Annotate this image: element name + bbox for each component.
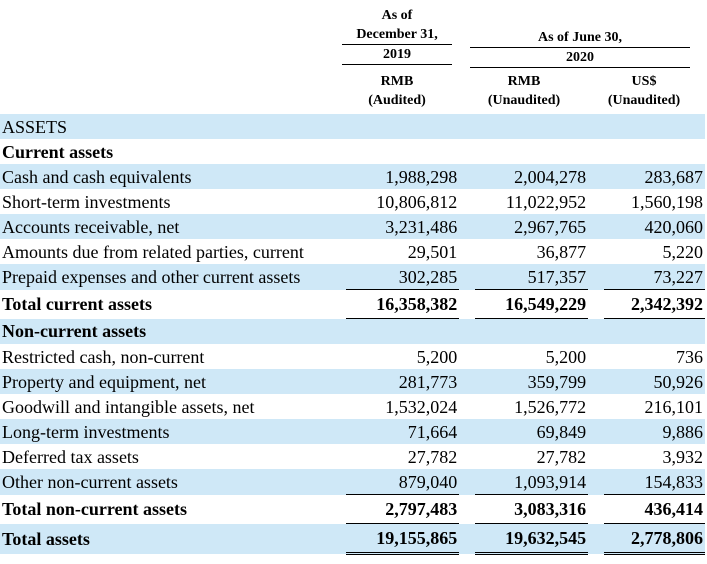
table-row: Short-term investments 10,806,812 11,022… [0, 189, 705, 214]
cell-value: 16,549,229 [475, 289, 589, 319]
col3-currency: US$ [631, 74, 657, 89]
cell-value: 2,967,765 [475, 214, 589, 239]
header-jun-year: 2020 [470, 48, 690, 68]
cell-value: 879,040 [346, 469, 460, 495]
cell-value: 216,101 [644, 396, 704, 417]
cell-value: 73,227 [604, 264, 705, 290]
cell-value: 2,797,483 [346, 494, 460, 524]
balance-sheet: As of December 31, 2019 As of June 30, 2… [0, 0, 707, 564]
cell-value: 436,414 [604, 494, 705, 524]
cell-value: 1,532,024 [385, 396, 458, 417]
cell-value: 9,886 [604, 419, 705, 444]
cell-value: 5,200 [416, 346, 458, 367]
table-row: Non-current assets [0, 318, 705, 344]
cell-value: 71,664 [346, 419, 460, 444]
cell-value: 420,060 [604, 214, 705, 239]
cell-value: 281,773 [346, 369, 460, 394]
row-label: Cash and cash equivalents [0, 164, 347, 189]
header-june: As of June 30, 2020 [470, 28, 690, 68]
cell-value: 302,285 [346, 264, 460, 290]
header-dec-year: 2019 [342, 44, 452, 65]
section-heading-current: Current assets [2, 141, 114, 162]
cell-value: 5,200 [545, 346, 587, 367]
row-label: Amounts due from related parties, curren… [2, 241, 304, 262]
row-label: Deferred tax assets [2, 446, 139, 467]
header-dec-line1: As of [381, 8, 413, 23]
table-row: Accounts receivable, net 3,231,486 2,967… [0, 214, 705, 239]
table-row: Current assets [0, 139, 705, 164]
header-december: As of December 31, 2019 [342, 6, 452, 65]
row-label: Goodwill and intangible assets, net [2, 396, 255, 417]
cell-value: 736 [676, 346, 703, 367]
total-assets-label: Total assets [0, 523, 347, 554]
cell-value: 1,093,914 [475, 469, 589, 495]
col2-header: RMB (Unaudited) [470, 72, 578, 110]
col2-currency: RMB [507, 74, 541, 89]
total-current-assets-label: Total current assets [2, 294, 152, 314]
row-label: Restricted cash, non-current [2, 346, 205, 367]
table-row: Total assets 19,155,865 19,632,545 2,778… [0, 523, 705, 555]
cell-value: 19,632,545 [475, 523, 589, 555]
cell-value: 2,778,806 [604, 523, 705, 555]
table-row: Property and equipment, net 281,773 359,… [0, 369, 705, 394]
table-row: Long-term investments 71,664 69,849 9,88… [0, 419, 705, 444]
cell-value: 1,560,198 [631, 191, 703, 212]
table-row: Prepaid expenses and other current asset… [0, 264, 705, 290]
row-label: Long-term investments [0, 419, 347, 444]
cell-value: 359,799 [475, 369, 589, 394]
header-jun-label: As of June 30, [470, 28, 690, 48]
cell-value: 2,342,392 [604, 289, 705, 319]
table-row: Amounts due from related parties, curren… [0, 239, 705, 264]
cell-value: 154,833 [604, 469, 705, 495]
cell-value: 16,358,382 [346, 289, 460, 319]
cell-value: 69,849 [475, 419, 589, 444]
total-noncurrent-assets-label: Total non-current assets [2, 499, 188, 519]
cell-value: 19,155,865 [346, 523, 460, 555]
row-label: Property and equipment, net [0, 369, 347, 394]
cell-value: 283,687 [604, 164, 705, 189]
cell-value: 2,004,278 [475, 164, 589, 189]
table-row: Goodwill and intangible assets, net 1,53… [0, 394, 705, 419]
col3-header: US$ (Unaudited) [596, 72, 692, 110]
cell-value: 1,988,298 [346, 164, 460, 189]
cell-value: 517,357 [475, 264, 589, 290]
col2-status: (Unaudited) [487, 93, 561, 108]
cell-value: 10,806,812 [376, 191, 458, 212]
assets-table: ASSETS Current assets Cash and cash equi… [0, 114, 705, 555]
col3-status: (Unaudited) [607, 93, 681, 108]
cell-value: 5,220 [662, 241, 704, 262]
col1-currency: RMB [380, 74, 414, 89]
table-row: Deferred tax assets 27,782 27,782 3,932 [0, 444, 705, 469]
row-label: Accounts receivable, net [0, 214, 347, 239]
cell-value: 3,083,316 [475, 494, 589, 524]
section-heading-assets: ASSETS [0, 114, 347, 139]
table-row: Total current assets 16,358,382 16,549,2… [0, 289, 705, 319]
table-row: Restricted cash, non-current 5,200 5,200… [0, 344, 705, 369]
table-row: Cash and cash equivalents 1,988,298 2,00… [0, 164, 705, 189]
col1-status: (Audited) [368, 93, 426, 108]
table-row: ASSETS [0, 114, 705, 139]
row-label: Prepaid expenses and other current asset… [0, 264, 347, 290]
cell-value: 27,782 [536, 446, 587, 467]
table-row: Other non-current assets 879,040 1,093,9… [0, 469, 705, 495]
table-row: Total non-current assets 2,797,483 3,083… [0, 494, 705, 524]
cell-value: 11,022,952 [505, 191, 587, 212]
cell-value: 3,231,486 [346, 214, 460, 239]
header-dec-line2: December 31, [356, 27, 438, 42]
section-heading-noncurrent: Non-current assets [0, 318, 347, 344]
cell-value: 1,526,772 [514, 396, 587, 417]
row-label: Other non-current assets [0, 469, 347, 495]
row-label: Short-term investments [2, 191, 171, 212]
cell-value: 29,501 [407, 241, 458, 262]
cell-value: 27,782 [407, 446, 458, 467]
cell-value: 50,926 [604, 369, 705, 394]
cell-value: 36,877 [536, 241, 587, 262]
cell-value: 3,932 [662, 446, 704, 467]
col1-header: RMB (Audited) [342, 72, 452, 110]
